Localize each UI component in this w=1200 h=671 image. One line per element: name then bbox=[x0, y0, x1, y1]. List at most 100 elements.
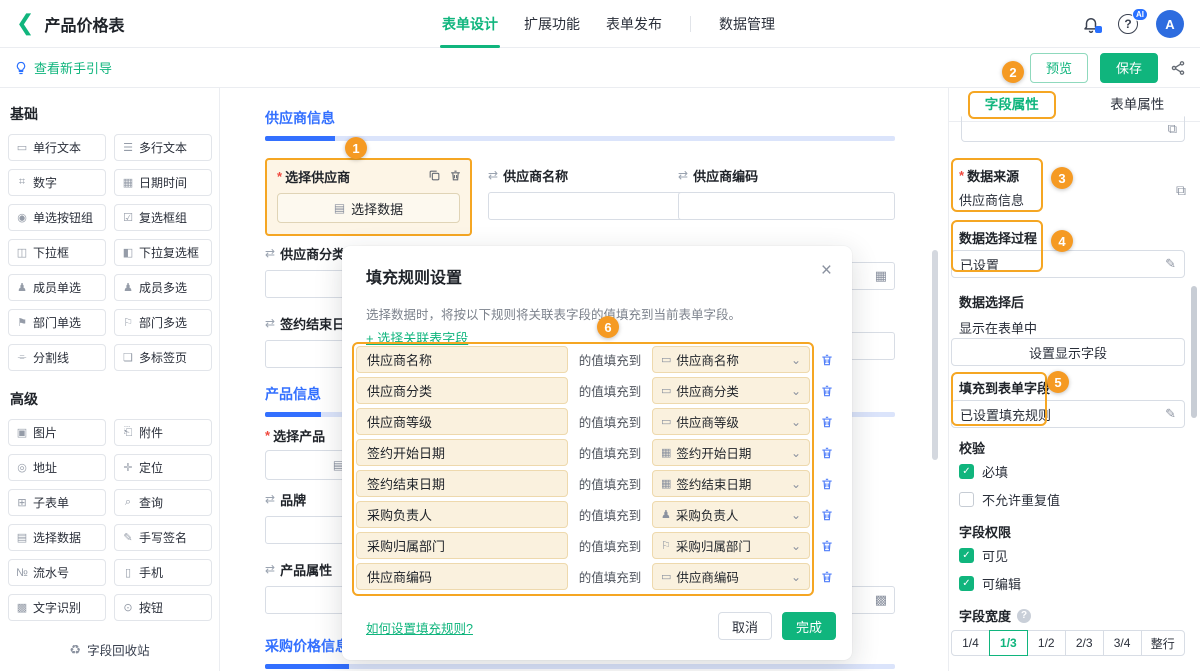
field-type-icon: ▦ bbox=[661, 446, 671, 459]
target-field-dropdown[interactable]: ▭供应商编码⌄ bbox=[652, 563, 810, 590]
field-type-location[interactable]: ✛定位 bbox=[114, 454, 212, 481]
width-option-3-4[interactable]: 3/4 bbox=[1103, 630, 1142, 656]
delete-field-icon[interactable] bbox=[449, 169, 462, 185]
lightbulb-icon bbox=[14, 61, 28, 75]
field-type-dropdown[interactable]: ◫下拉框 bbox=[8, 239, 106, 266]
target-field-dropdown[interactable]: ▦签约结束日期⌄ bbox=[652, 470, 810, 497]
delete-rule-icon[interactable] bbox=[820, 508, 834, 522]
source-field[interactable]: 供应商等级 bbox=[356, 408, 568, 435]
selection-process-row[interactable]: 已设置 ✎ bbox=[951, 250, 1185, 278]
data-source-value[interactable]: 供应商信息 bbox=[959, 190, 1024, 209]
field-type-query[interactable]: ⌕查询 bbox=[114, 489, 212, 516]
nav-tab-form-design[interactable]: 表单设计 bbox=[438, 0, 502, 48]
delete-rule-icon[interactable] bbox=[820, 477, 834, 491]
add-related-field-link[interactable]: + 选择关联表字段 bbox=[366, 328, 468, 347]
share-icon[interactable] bbox=[1170, 60, 1186, 76]
field-type-select-data[interactable]: ▤选择数据 bbox=[8, 524, 106, 551]
field-type-signature[interactable]: ✎手写签名 bbox=[114, 524, 212, 551]
delete-rule-icon[interactable] bbox=[820, 415, 834, 429]
width-option-1-4[interactable]: 1/4 bbox=[951, 630, 990, 656]
source-field[interactable]: 供应商名称 bbox=[356, 346, 568, 373]
width-option-1-2[interactable]: 1/2 bbox=[1027, 630, 1066, 656]
open-form-icon[interactable]: ⧉ bbox=[1176, 182, 1186, 199]
delete-rule-icon[interactable] bbox=[820, 353, 834, 367]
target-field-dropdown[interactable]: ♟采购负责人⌄ bbox=[652, 501, 810, 528]
field-type-member-single[interactable]: ♟成员单选 bbox=[8, 274, 106, 301]
fill-fields-row[interactable]: 已设置填充规则 ✎ bbox=[951, 400, 1185, 428]
width-option-1-3[interactable]: 1/3 bbox=[989, 630, 1028, 656]
save-button[interactable]: 保存 bbox=[1100, 53, 1158, 83]
nav-tab-extensions[interactable]: 扩展功能 bbox=[520, 0, 584, 48]
beginner-guide-link[interactable]: 查看新手引导 bbox=[14, 58, 112, 77]
delete-rule-icon[interactable] bbox=[820, 539, 834, 553]
close-icon[interactable]: × bbox=[821, 260, 832, 282]
field-type-subform[interactable]: ⊞子表单 bbox=[8, 489, 106, 516]
field-type-address[interactable]: ◎地址 bbox=[8, 454, 106, 481]
source-field[interactable]: 采购负责人 bbox=[356, 501, 568, 528]
no-duplicate-checkbox[interactable] bbox=[959, 492, 974, 507]
source-field[interactable]: 采购归属部门 bbox=[356, 532, 568, 559]
form-link-icon[interactable]: ⧉ bbox=[1168, 121, 1177, 137]
field-recycle-bin[interactable]: ♻ 字段回收站 bbox=[0, 640, 219, 659]
target-field-dropdown[interactable]: ▭供应商名称⌄ bbox=[652, 346, 810, 373]
canvas-scrollbar[interactable] bbox=[932, 250, 938, 460]
set-display-fields-button[interactable]: 设置显示字段 bbox=[951, 338, 1185, 366]
field-type-dept-single[interactable]: ⚑部门单选 bbox=[8, 309, 106, 336]
field-type-single-line-text[interactable]: ▭单行文本 bbox=[8, 134, 106, 161]
field-type-dept-multi[interactable]: ⚐部门多选 bbox=[114, 309, 212, 336]
delete-rule-icon[interactable] bbox=[820, 384, 834, 398]
field-type-radio-group[interactable]: ◉单选按钮组 bbox=[8, 204, 106, 231]
target-field-dropdown[interactable]: ▭供应商分类⌄ bbox=[652, 377, 810, 404]
field-type-multi-dropdown[interactable]: ◧下拉复选框 bbox=[114, 239, 212, 266]
help-icon[interactable]: ? AI bbox=[1118, 14, 1138, 34]
supplier-code-input[interactable] bbox=[678, 192, 895, 220]
field-select-supplier[interactable]: * 选择供应商 ▤ 选择数据 bbox=[265, 158, 472, 236]
target-field-dropdown[interactable]: ⚐采购归属部门⌄ bbox=[652, 532, 810, 559]
required-checkbox[interactable]: ✓ bbox=[959, 464, 974, 479]
target-field-dropdown[interactable]: ▭供应商等级⌄ bbox=[652, 408, 810, 435]
fill-fields-label: 填充到表单字段 bbox=[959, 378, 1050, 397]
field-type-multi-line-text[interactable]: ☰多行文本 bbox=[114, 134, 212, 161]
edit-icon[interactable]: ✎ bbox=[1165, 256, 1176, 272]
multi-line-text-icon: ☰ bbox=[121, 141, 135, 154]
nav-tab-data-manage[interactable]: 数据管理 bbox=[715, 0, 779, 48]
edit-icon[interactable]: ✎ bbox=[1165, 406, 1176, 422]
field-type-ocr[interactable]: ▩文字识别 bbox=[8, 594, 106, 621]
back-icon[interactable]: ❮ bbox=[16, 12, 34, 34]
select-data-button[interactable]: ▤ 选择数据 bbox=[277, 193, 460, 223]
width-option-2-3[interactable]: 2/3 bbox=[1065, 630, 1104, 656]
source-field[interactable]: 供应商编码 bbox=[356, 563, 568, 590]
delete-rule-icon[interactable] bbox=[820, 570, 834, 584]
field-type-tabs[interactable]: ❏多标签页 bbox=[114, 344, 212, 371]
field-type-checkbox-group[interactable]: ☑复选框组 bbox=[114, 204, 212, 231]
field-type-member-multi[interactable]: ♟成员多选 bbox=[114, 274, 212, 301]
source-field[interactable]: 供应商分类 bbox=[356, 377, 568, 404]
source-field[interactable]: 签约结束日期 bbox=[356, 470, 568, 497]
target-field-dropdown[interactable]: ▦签约开始日期⌄ bbox=[652, 439, 810, 466]
field-type-phone[interactable]: ▯手机 bbox=[114, 559, 212, 586]
supplier-name-input[interactable] bbox=[488, 192, 688, 220]
copy-field-icon[interactable] bbox=[428, 169, 441, 185]
visible-checkbox[interactable]: ✓ bbox=[959, 548, 974, 563]
qr-scan-icon[interactable]: ▩ bbox=[875, 592, 887, 608]
nav-tab-publish[interactable]: 表单发布 bbox=[602, 0, 666, 48]
field-type-serial-number[interactable]: №流水号 bbox=[8, 559, 106, 586]
editable-checkbox[interactable]: ✓ bbox=[959, 576, 974, 591]
preview-button[interactable]: 预览 bbox=[1030, 53, 1088, 83]
field-type-datetime[interactable]: ▦日期时间 bbox=[114, 169, 212, 196]
notification-bell-icon[interactable] bbox=[1082, 15, 1100, 33]
field-type-number[interactable]: ⌗数字 bbox=[8, 169, 106, 196]
field-type-image[interactable]: ▣图片 bbox=[8, 419, 106, 446]
confirm-button[interactable]: 完成 bbox=[782, 612, 836, 640]
field-type-divider[interactable]: ⌯分割线 bbox=[8, 344, 106, 371]
width-option-full[interactable]: 整行 bbox=[1141, 630, 1185, 656]
help-link[interactable]: 如何设置填充规则? bbox=[366, 618, 473, 637]
width-help-icon[interactable]: ? bbox=[1017, 609, 1031, 623]
panel-scrollbar[interactable] bbox=[1191, 286, 1197, 418]
delete-rule-icon[interactable] bbox=[820, 446, 834, 460]
avatar[interactable]: A bbox=[1156, 10, 1184, 38]
cancel-button[interactable]: 取消 bbox=[718, 612, 772, 640]
field-type-attachment[interactable]: ⎗附件 bbox=[114, 419, 212, 446]
field-type-button[interactable]: ⊙按钮 bbox=[114, 594, 212, 621]
source-field[interactable]: 签约开始日期 bbox=[356, 439, 568, 466]
